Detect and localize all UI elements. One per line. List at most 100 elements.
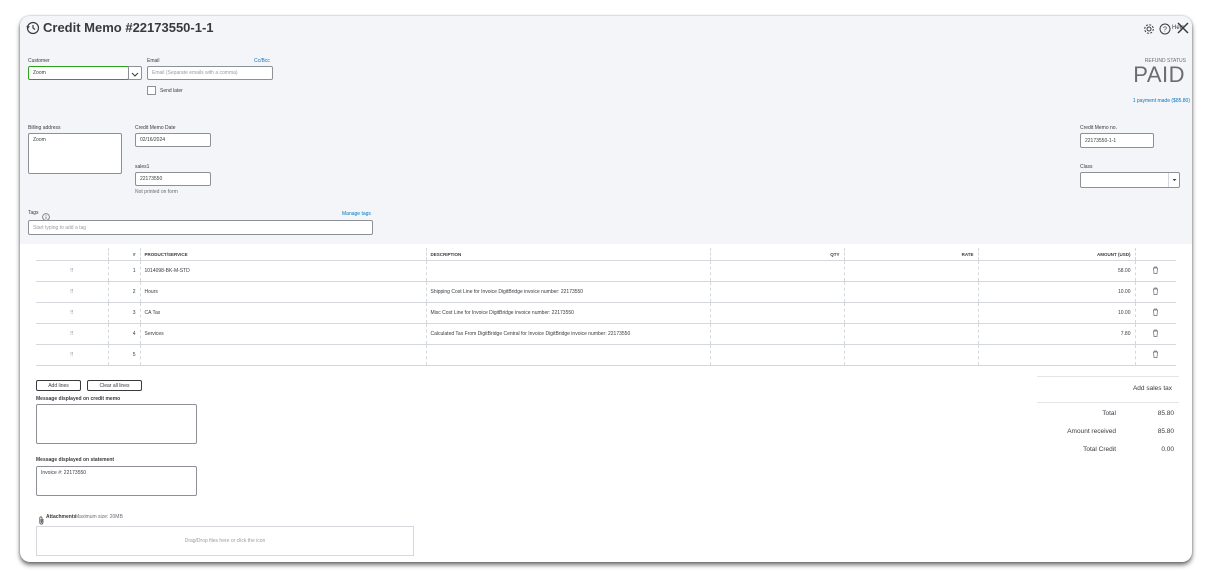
- attachments-dropzone[interactable]: Drag/Drop files here or click the icon: [36, 526, 414, 556]
- row-number: 5: [107, 344, 140, 366]
- add-sales-tax-link[interactable]: Add sales tax: [1133, 385, 1172, 392]
- row-number: 3: [107, 302, 140, 324]
- row-rate[interactable]: [843, 302, 978, 324]
- row-product[interactable]: Services: [139, 323, 426, 345]
- amount-received-value: 85.80: [1157, 428, 1174, 435]
- customer-dropdown-button[interactable]: [128, 66, 142, 80]
- attachments-max-size: Maximum size: 20MB: [75, 514, 123, 520]
- table-row[interactable]: ⠿ 4 Services Calculated Tax From DigitBr…: [36, 323, 1176, 345]
- delete-column-header: [1134, 248, 1176, 261]
- row-number: 4: [107, 323, 140, 345]
- class-label: Class: [1080, 164, 1093, 170]
- trash-icon[interactable]: [1134, 323, 1176, 345]
- table-row[interactable]: ⠿ 3 CA Tax Misc Cost Line for Invoice Di…: [36, 302, 1176, 324]
- qty-column-header: QTY: [709, 248, 844, 261]
- email-placeholder: Email (Separate emails with a comma): [152, 70, 238, 76]
- trash-icon[interactable]: [1134, 344, 1176, 366]
- trash-icon[interactable]: [1134, 302, 1176, 324]
- svg-text:?: ?: [1163, 27, 1167, 34]
- totals-divider: [1037, 402, 1179, 403]
- drag-handle-icon[interactable]: ⠿: [36, 260, 108, 282]
- row-amount[interactable]: 58.00: [977, 260, 1135, 282]
- credit-memo-no-label: Credit Memo no.: [1080, 125, 1117, 131]
- credit-memo-no-input[interactable]: 22173550-1-1: [1080, 133, 1154, 148]
- send-later-label: Send later: [160, 88, 183, 94]
- class-select[interactable]: [1080, 172, 1180, 188]
- row-description[interactable]: [425, 260, 710, 282]
- billing-address-input[interactable]: Zoom: [28, 133, 122, 174]
- manage-tags-link[interactable]: Manage tags: [342, 211, 371, 217]
- row-qty[interactable]: [709, 302, 844, 324]
- row-product[interactable]: 1014098-BK-M-STD: [139, 260, 426, 282]
- row-qty[interactable]: [709, 281, 844, 303]
- row-qty[interactable]: [709, 344, 844, 366]
- table-row[interactable]: ⠿ 1 1014098-BK-M-STD 58.00: [36, 260, 1176, 282]
- row-amount[interactable]: 10.00: [977, 302, 1135, 324]
- class-dropdown-button[interactable]: [1168, 173, 1180, 187]
- rate-column-header: RATE: [843, 248, 978, 261]
- drag-handle-icon[interactable]: ⠿: [36, 323, 108, 345]
- chevron-down-icon: [1172, 179, 1177, 181]
- trash-icon[interactable]: [1134, 281, 1176, 303]
- help-icon[interactable]: ?: [1159, 22, 1171, 35]
- paperclip-icon: [38, 512, 45, 525]
- close-icon[interactable]: [1176, 21, 1190, 35]
- credit-memo-window: Credit Memo #22173550-1-1 ? Help Custome…: [20, 16, 1192, 562]
- sales1-input[interactable]: 22173550: [135, 172, 211, 186]
- cc-bcc-link[interactable]: Cc/Bcc: [254, 58, 270, 64]
- customer-select[interactable]: Zoom: [28, 66, 129, 80]
- add-lines-button[interactable]: Add lines: [36, 380, 81, 391]
- row-rate[interactable]: [843, 260, 978, 282]
- credit-memo-date-value: 02/16/2024: [140, 137, 166, 143]
- row-amount[interactable]: 10.00: [977, 281, 1135, 303]
- credit-memo-date-input[interactable]: 02/16/2024: [135, 133, 211, 147]
- total-credit-value: 0.00: [1161, 446, 1174, 453]
- message-statement-label: Message displayed on statement: [36, 457, 115, 463]
- sales1-value: 22173550: [140, 176, 163, 182]
- amount-received-label: Amount received: [1067, 428, 1116, 435]
- total-label: Total: [1102, 410, 1116, 417]
- chevron-down-icon: [131, 72, 139, 77]
- payment-made-link[interactable]: 1 payment made ($85.80): [1133, 98, 1190, 104]
- tags-placeholder: Start typing to add a tag: [33, 224, 87, 231]
- row-rate[interactable]: [843, 344, 978, 366]
- info-icon[interactable]: [42, 208, 50, 221]
- totals-divider: [1037, 376, 1179, 377]
- row-description[interactable]: Calculated Tax From DigitBridge Central …: [425, 323, 710, 345]
- table-row[interactable]: ⠿ 2 Hours Shipping Cost Line for Invoice…: [36, 281, 1176, 303]
- row-product[interactable]: [139, 344, 426, 366]
- row-rate[interactable]: [843, 323, 978, 345]
- clear-all-lines-button[interactable]: Clear all lines: [87, 380, 142, 391]
- trash-icon[interactable]: [1134, 260, 1176, 282]
- row-description[interactable]: [425, 344, 710, 366]
- row-product[interactable]: CA Tax: [139, 302, 426, 324]
- row-product[interactable]: Hours: [139, 281, 426, 303]
- description-column-header: DESCRIPTION: [425, 248, 710, 261]
- row-number: 1: [107, 260, 140, 282]
- attachments-label: Attachments: [46, 514, 77, 520]
- message-credit-memo-label: Message displayed on credit memo: [36, 396, 121, 402]
- row-qty[interactable]: [709, 323, 844, 345]
- row-qty[interactable]: [709, 260, 844, 282]
- amount-column-header: AMOUNT (USD): [977, 248, 1135, 261]
- row-amount[interactable]: [977, 344, 1135, 366]
- row-amount[interactable]: 7.80: [977, 323, 1135, 345]
- tags-input[interactable]: Start typing to add a tag: [28, 220, 373, 235]
- message-statement-value: Invoice #: 22173550: [41, 470, 87, 476]
- row-description[interactable]: Misc Cost Line for Invoice DigitBridge i…: [425, 302, 710, 324]
- table-row[interactable]: ⠿ 5: [36, 344, 1176, 366]
- send-later-checkbox[interactable]: [147, 86, 156, 95]
- sales1-label: sales1: [135, 164, 150, 170]
- row-rate[interactable]: [843, 281, 978, 303]
- refund-status-value: PAID: [1133, 62, 1185, 87]
- message-statement-input[interactable]: Invoice #: 22173550: [36, 466, 197, 496]
- line-items-table: # PRODUCT/SERVICE DESCRIPTION QTY RATE A…: [36, 248, 1176, 366]
- email-input[interactable]: Email (Separate emails with a comma): [147, 66, 273, 80]
- history-icon[interactable]: [26, 21, 40, 35]
- drag-handle-icon[interactable]: ⠿: [36, 281, 108, 303]
- drag-handle-icon[interactable]: ⠿: [36, 302, 108, 324]
- drag-handle-icon[interactable]: ⠿: [36, 344, 108, 366]
- message-credit-memo-input[interactable]: [36, 404, 197, 444]
- settings-gear-icon[interactable]: [1143, 22, 1155, 34]
- row-description[interactable]: Shipping Cost Line for Invoice DigitBrid…: [425, 281, 710, 303]
